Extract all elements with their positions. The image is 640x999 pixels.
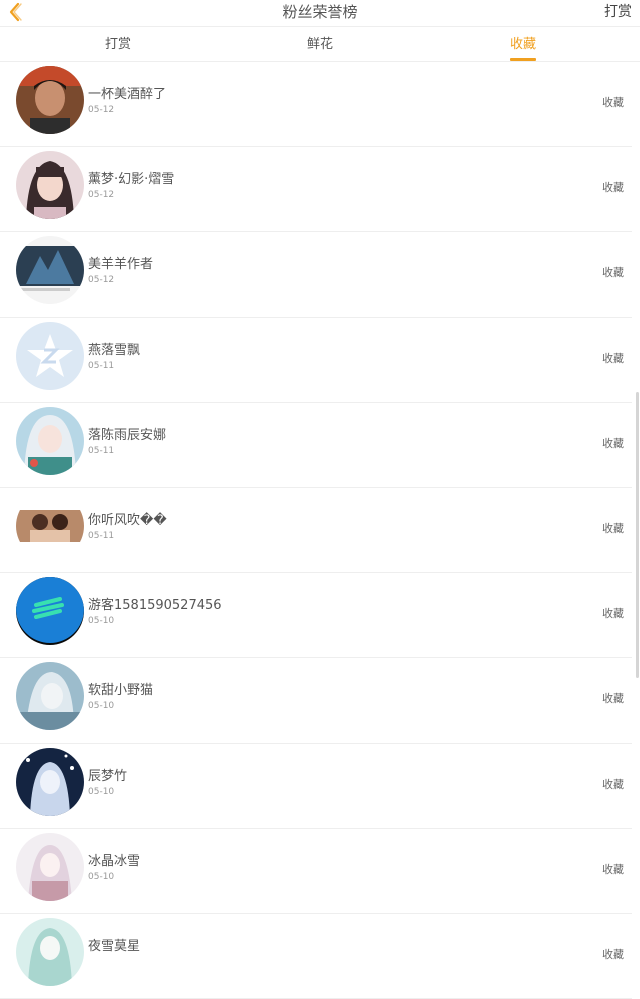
gift-type: 收藏 xyxy=(602,181,624,195)
fan-name: 你听风吹�� xyxy=(88,512,167,528)
gift-type: 收藏 xyxy=(602,692,624,706)
gift-type: 收藏 xyxy=(602,607,624,621)
gift-type: 收藏 xyxy=(602,96,624,109)
fan-list: 一杯美酒醉了 05-12 收藏 薰梦·幻影·熠雪 05-12 收藏 美羊羊作者 … xyxy=(0,62,640,999)
fan-name: 软甜小野猫 xyxy=(88,683,154,699)
fan-date: 05-10 xyxy=(88,871,115,882)
fan-date: 05-12 xyxy=(88,190,115,201)
fan-name: 落陈雨辰安娜 xyxy=(88,427,167,443)
tab-label: 打赏 xyxy=(104,37,132,52)
tab-favorites[interactable]: 收藏 xyxy=(509,27,537,61)
fan-date: 05-11 xyxy=(88,445,115,456)
avatar xyxy=(16,406,84,475)
gift-type: 收藏 xyxy=(602,266,624,280)
list-item[interactable]: 美羊羊作者 05-12 收藏 xyxy=(0,232,632,318)
tab-label: 收藏 xyxy=(509,37,537,52)
tab-reward[interactable]: 打赏 xyxy=(105,27,131,61)
list-item[interactable]: 燕落雪飘 05-11 收藏 xyxy=(0,318,632,403)
fan-date: 05-12 xyxy=(88,275,115,286)
avatar xyxy=(16,662,84,731)
avatar xyxy=(16,577,84,646)
fan-date: 05-10 xyxy=(88,786,115,797)
fan-name: 冰晶冰雪 xyxy=(88,853,141,869)
avatar xyxy=(16,747,84,816)
reward-button[interactable]: 打赏 xyxy=(604,0,632,26)
fan-name: 一杯美酒醉了 xyxy=(88,87,167,102)
fan-date: 05-11 xyxy=(88,360,115,371)
gift-type: 收藏 xyxy=(602,351,624,365)
page-title: 粉丝荣誉榜 xyxy=(282,3,358,21)
fan-name: 游客1581590527456 xyxy=(88,598,222,614)
list-item[interactable]: 落陈雨辰安娜 05-11 收藏 xyxy=(0,403,632,488)
top-bar: 粉丝荣誉榜 打赏 xyxy=(0,0,640,26)
list-item[interactable]: 冰晶冰雪 05-10 收藏 xyxy=(0,829,632,914)
list-item[interactable]: 辰梦竹 05-10 收藏 xyxy=(0,744,632,829)
gift-type: 收藏 xyxy=(602,862,624,876)
gift-type: 收藏 xyxy=(602,521,624,535)
gift-type: 收藏 xyxy=(602,947,624,961)
tab-flowers[interactable]: 鲜花 xyxy=(307,27,333,61)
avatar xyxy=(16,832,84,901)
list-item[interactable]: 你听风吹�� 05-11 收藏 xyxy=(0,488,632,574)
tab-bar: 打赏 鲜花 收藏 xyxy=(0,26,640,62)
avatar xyxy=(16,151,84,220)
list-item[interactable]: 游客1581590527456 05-10 收藏 xyxy=(0,573,632,659)
avatar xyxy=(16,236,84,305)
avatar xyxy=(16,917,84,986)
avatar xyxy=(16,66,84,134)
gift-type: 收藏 xyxy=(602,777,624,791)
fan-name: 美羊羊作者 xyxy=(88,257,154,273)
fan-name: 燕落雪飘 xyxy=(88,342,141,358)
list-item[interactable]: 薰梦·幻影·熠雪 05-12 收藏 xyxy=(0,147,632,233)
fan-name: 辰梦竹 xyxy=(88,768,128,784)
active-tab-indicator xyxy=(509,58,536,61)
list-item[interactable]: 软甜小野猫 05-10 收藏 xyxy=(0,658,632,744)
fan-date: 05-11 xyxy=(88,530,115,541)
list-item[interactable]: 夜雪莫星 收藏 xyxy=(0,914,632,999)
fan-date: 05-12 xyxy=(88,105,115,115)
fan-date: 05-10 xyxy=(88,701,115,712)
avatar xyxy=(16,321,84,390)
fan-name: 夜雪莫星 xyxy=(88,938,141,954)
gift-type: 收藏 xyxy=(602,436,624,450)
fan-date: 05-10 xyxy=(88,616,115,627)
avatar xyxy=(16,491,84,560)
list-item[interactable]: 一杯美酒醉了 05-12 收藏 xyxy=(0,62,632,148)
tab-label: 鲜花 xyxy=(306,37,334,52)
fan-name: 薰梦·幻影·熠雪 xyxy=(88,172,175,188)
scrollbar[interactable] xyxy=(636,392,639,678)
